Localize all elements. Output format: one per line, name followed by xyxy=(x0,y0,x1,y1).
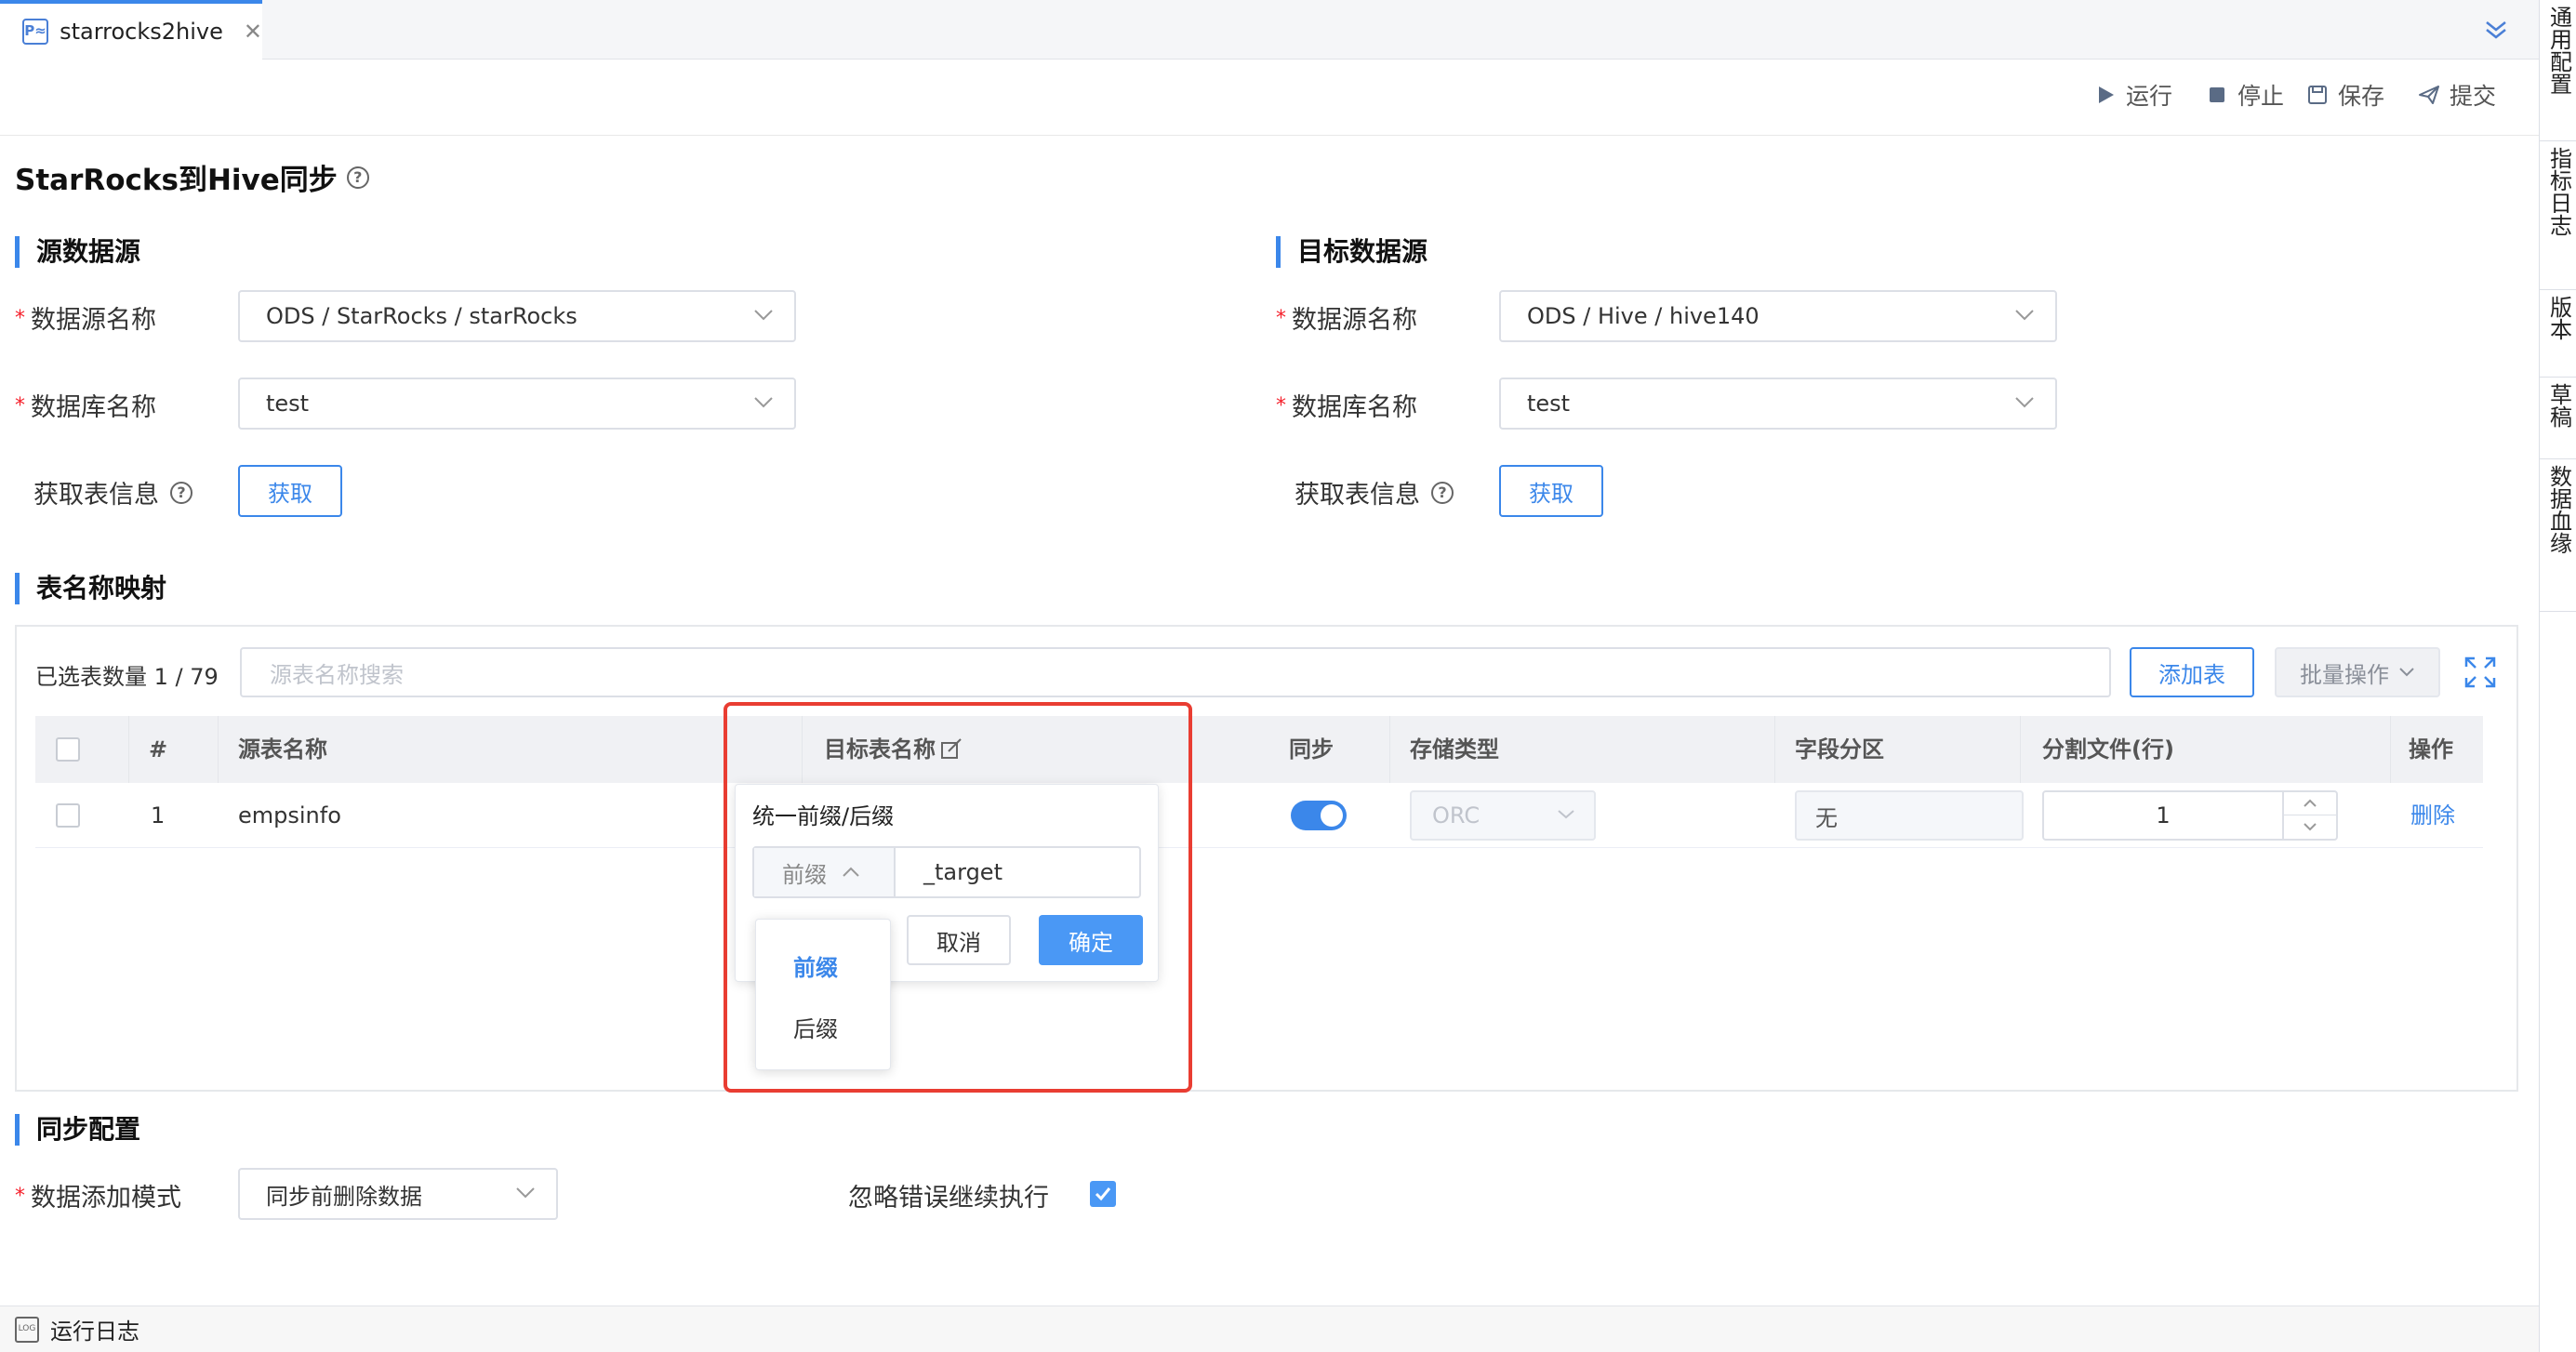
run-log-button[interactable]: 运行日志 xyxy=(50,1313,139,1345)
delete-link[interactable]: 删除 xyxy=(2410,783,2455,848)
row-checkbox[interactable] xyxy=(56,803,80,828)
decrease-button[interactable] xyxy=(2284,815,2336,838)
stop-icon xyxy=(2210,87,2224,102)
col-source-table: 源表名称 xyxy=(238,736,327,762)
chevron-down-icon xyxy=(516,1187,535,1199)
target-db-select[interactable]: test xyxy=(1499,378,2057,430)
collapse-chevron-icon[interactable] xyxy=(2483,17,2509,43)
submit-button[interactable]: 提交 xyxy=(2418,78,2496,112)
fullscreen-icon[interactable] xyxy=(2464,656,2496,688)
table-row[interactable]: 1 empsinfo ORC 无 1 删除 xyxy=(35,783,2483,848)
col-field-partition: 字段分区 xyxy=(1795,736,1884,762)
sidebar-item-data-lineage[interactable]: 数据血缘 xyxy=(2540,459,2576,612)
option-prefix[interactable]: 前缀 xyxy=(793,949,838,982)
help-icon[interactable]: ? xyxy=(1431,481,1454,504)
sync-toggle[interactable] xyxy=(1291,801,1347,830)
field-partition-input: 无 xyxy=(1795,790,2024,841)
source-table-search-input[interactable]: 源表名称搜索 xyxy=(240,647,2111,697)
target-section-title: 目标数据源 xyxy=(1276,236,1427,268)
source-ds-select[interactable]: ODS / StarRocks / starRocks xyxy=(238,290,796,342)
chevron-down-icon xyxy=(754,310,773,321)
stop-button[interactable]: 停止 xyxy=(2206,78,2284,112)
affix-value-input[interactable]: _target xyxy=(896,848,1139,896)
option-suffix[interactable]: 后缀 xyxy=(793,1011,838,1043)
col-sync: 同步 xyxy=(1289,736,1334,762)
chevron-up-icon xyxy=(843,867,859,877)
help-icon[interactable]: ? xyxy=(170,481,193,504)
affix-input-group: 前缀 _target xyxy=(752,846,1141,898)
ignore-errors-checkbox[interactable] xyxy=(1090,1181,1116,1207)
log-icon: LOG xyxy=(15,1316,39,1343)
target-ds-label: * 数据源名称 xyxy=(1276,306,1417,335)
bottom-bar: LOG 运行日志 xyxy=(0,1306,2539,1352)
affix-mode-select[interactable]: 前缀 xyxy=(754,848,896,896)
play-icon xyxy=(2099,86,2114,103)
affix-mode-dropdown: 前缀 后缀 xyxy=(755,919,891,1070)
sidebar-item-version[interactable]: 版本 xyxy=(2540,290,2576,378)
increase-button[interactable] xyxy=(2284,792,2336,815)
sync-config-section-title: 同步配置 xyxy=(15,1114,140,1146)
chevron-up-icon xyxy=(2304,799,2317,807)
chevron-down-icon xyxy=(2015,397,2034,408)
close-icon[interactable]: ✕ xyxy=(244,19,262,45)
tab-label: starrocks2hive xyxy=(60,19,223,45)
target-ds-select[interactable]: ODS / Hive / hive140 xyxy=(1499,290,2057,342)
batch-ops-button[interactable]: 批量操作 xyxy=(2275,647,2440,697)
add-mode-select[interactable]: 同步前删除数据 xyxy=(238,1168,558,1220)
save-icon xyxy=(2308,86,2327,104)
col-index: # xyxy=(149,736,168,762)
popover-title: 统一前缀/后缀 xyxy=(752,803,895,829)
sidebar-item-draft[interactable]: 草稿 xyxy=(2540,378,2576,459)
add-mode-label: * 数据添加模式 xyxy=(15,1184,181,1213)
source-db-label: * 数据库名称 xyxy=(15,393,156,422)
chevron-down-icon xyxy=(2399,668,2414,677)
chevron-down-icon xyxy=(2304,823,2317,831)
mapping-section-title: 表名称映射 xyxy=(15,573,166,604)
target-fetch-label: 获取表信息 ? xyxy=(1295,474,1454,510)
save-button[interactable]: 保存 xyxy=(2306,78,2384,112)
page-title-row: StarRocks到Hive同步 ? xyxy=(15,156,369,198)
run-button[interactable]: 运行 xyxy=(2094,78,2172,112)
col-split-rows: 分割文件(行) xyxy=(2042,736,2174,762)
tab-starrocks2hive[interactable]: P≈ starrocks2hive ✕ xyxy=(0,0,262,60)
chevron-down-icon xyxy=(2015,310,2034,321)
add-table-button[interactable]: 添加表 xyxy=(2130,647,2254,697)
python-file-icon: P≈ xyxy=(22,19,49,45)
tab-bar xyxy=(0,0,2539,60)
source-fetch-button[interactable]: 获取 xyxy=(238,465,342,517)
sidebar-item-general-config[interactable]: 通用配置 xyxy=(2540,0,2576,141)
chevron-down-icon xyxy=(754,397,773,408)
storage-type-select: ORC xyxy=(1410,790,1596,841)
row-index: 1 xyxy=(151,802,166,828)
source-db-select[interactable]: test xyxy=(238,378,796,430)
send-icon xyxy=(2419,86,2439,104)
row-source-table: empsinfo xyxy=(238,802,341,828)
source-ds-label: * 数据源名称 xyxy=(15,306,156,335)
source-fetch-label: 获取表信息 ? xyxy=(33,474,193,510)
col-action: 操作 xyxy=(2409,736,2453,762)
selected-count: 已选表数量 1 / 79 xyxy=(35,664,219,690)
cancel-button[interactable]: 取消 xyxy=(907,915,1011,965)
confirm-button[interactable]: 确定 xyxy=(1039,915,1143,965)
right-sidebar: 通用配置 指标日志 版本 草稿 数据血缘 xyxy=(2539,0,2576,1352)
help-icon[interactable]: ? xyxy=(346,166,369,189)
page-title: StarRocks到Hive同步 xyxy=(15,164,338,197)
mapping-table-header: # 源表名称 目标表名称 同步 存储类型 字段分区 分割文件(行) 操作 xyxy=(35,716,2483,848)
ignore-errors-label: 忽略错误继续执行 xyxy=(848,1184,1049,1213)
split-rows-stepper[interactable]: 1 xyxy=(2042,790,2338,841)
check-icon xyxy=(1095,1187,1111,1201)
select-all-checkbox[interactable] xyxy=(56,737,80,762)
sidebar-item-metric-log[interactable]: 指标日志 xyxy=(2540,141,2576,290)
col-storage-type: 存储类型 xyxy=(1410,736,1499,762)
target-fetch-button[interactable]: 获取 xyxy=(1499,465,1603,517)
source-section-title: 源数据源 xyxy=(15,236,140,268)
target-db-label: * 数据库名称 xyxy=(1276,393,1417,422)
chevron-down-icon xyxy=(1558,810,1574,819)
